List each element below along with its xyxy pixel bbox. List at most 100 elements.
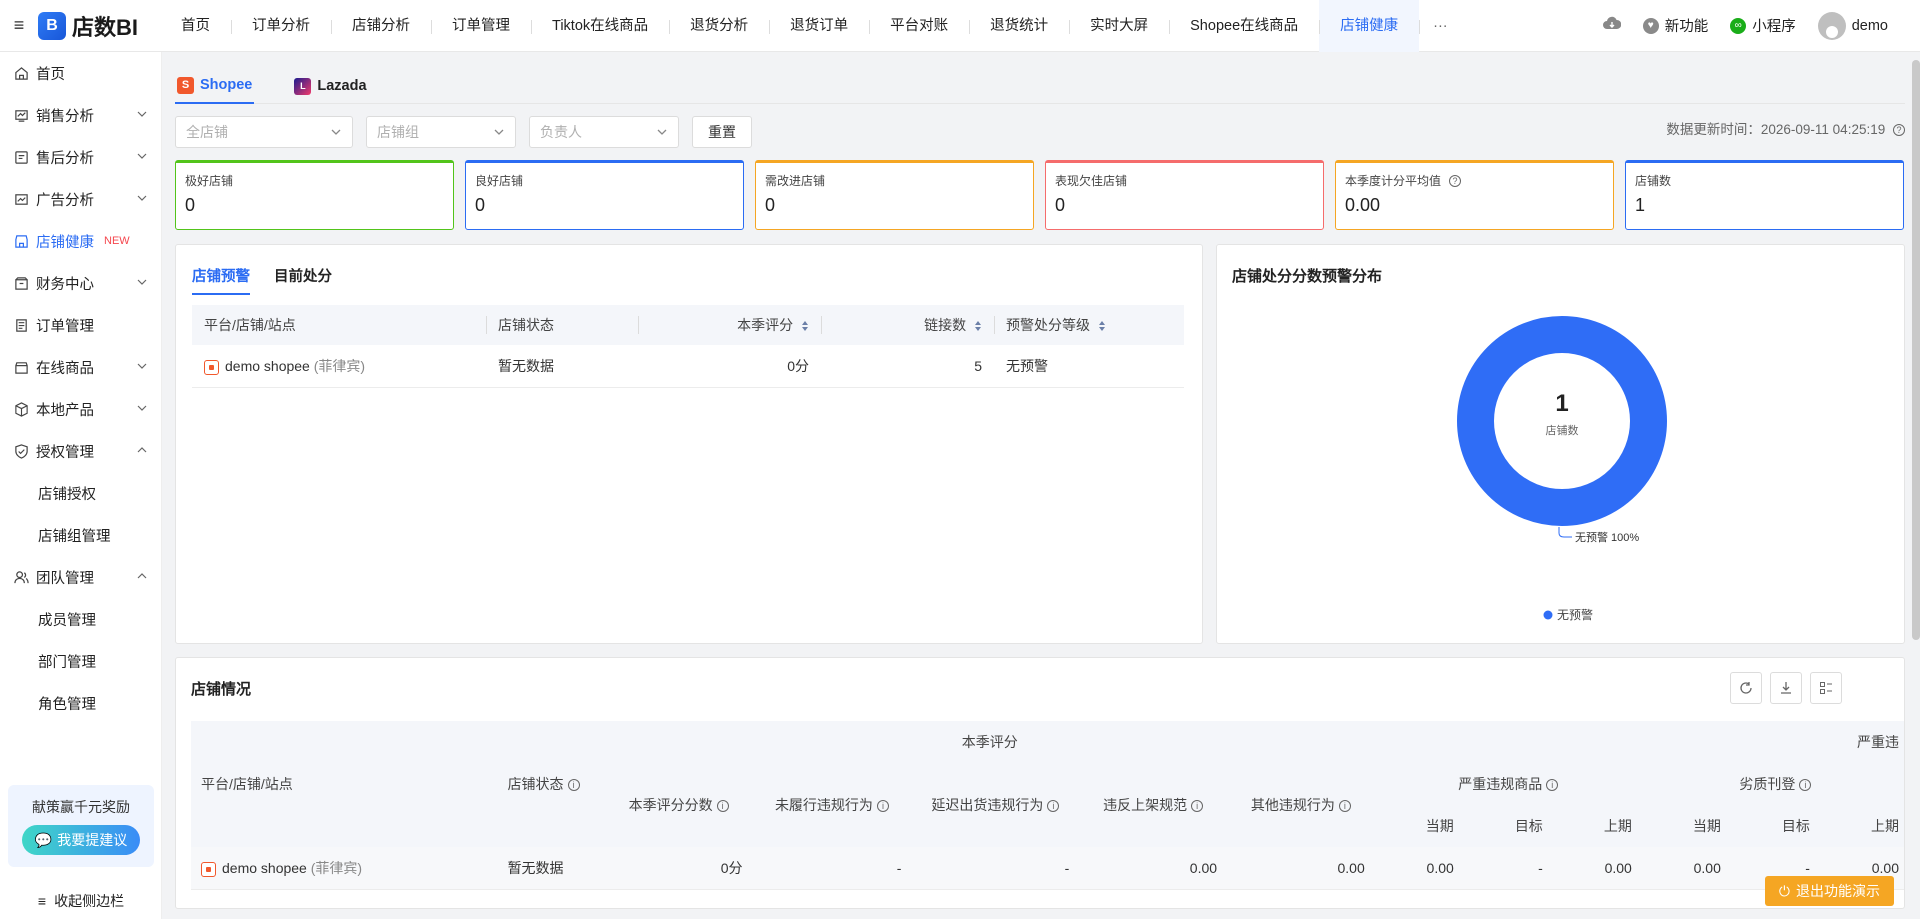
new-feature-link[interactable]: ♥ 新功能 xyxy=(1642,15,1708,36)
shop-select[interactable]: 全店铺 xyxy=(175,116,353,148)
info-icon[interactable]: i xyxy=(1338,800,1351,813)
chevron-down-icon xyxy=(137,363,147,369)
info-icon[interactable]: i xyxy=(1047,800,1060,813)
sidebar: 首页 销售分析 售后分析 广告分析 店铺健康 NEW 财务中心 订单管理 在线商… xyxy=(0,52,162,919)
columns-icon xyxy=(1820,682,1832,694)
top-right: ♥ 新功能 ∞ 小程序 demo xyxy=(1602,0,1920,52)
column-header: 未履行违规行为 i xyxy=(752,763,912,847)
reset-button[interactable]: 重置 xyxy=(692,116,752,148)
nav-more-icon[interactable]: ··· xyxy=(1419,0,1462,52)
chevron-down-icon xyxy=(137,279,147,285)
nav-tab[interactable]: Tiktok在线商品 xyxy=(531,0,669,52)
sidebar-item-roles[interactable]: 角色管理 xyxy=(0,682,161,724)
column-header: 延迟出货违规行为 i xyxy=(911,763,1080,847)
finance-icon xyxy=(13,275,29,291)
column-header: 上期 xyxy=(1552,805,1642,847)
column-header-sortable[interactable]: 本季评分 xyxy=(638,305,821,345)
sidebar-item-orders[interactable]: 订单管理 xyxy=(0,304,161,346)
sidebar-item-team[interactable]: 团队管理 xyxy=(0,556,161,598)
chevron-down-icon xyxy=(494,129,504,135)
sidebar-item-ad[interactable]: 广告分析 xyxy=(0,178,161,220)
tab-shop-warning[interactable]: 店铺预警 xyxy=(192,265,250,295)
platform-tabs: S Shopee L Lazada xyxy=(175,68,1905,104)
suggest-button[interactable]: 💬 我要提建议 xyxy=(22,825,140,855)
nav-tab[interactable]: 实时大屏 xyxy=(1069,0,1169,52)
group-select[interactable]: 店铺组 xyxy=(366,116,516,148)
shopee-shop-icon xyxy=(204,359,219,375)
chat-icon: 💬 xyxy=(34,831,53,848)
aftersale-icon xyxy=(13,149,29,165)
sidebar-item-aftersale[interactable]: 售后分析 xyxy=(0,136,161,178)
chart-card: 店铺处分分数预警分布 1 店铺数 无预警 100% 无预警 xyxy=(1216,244,1905,644)
sidebar-item-shop-group[interactable]: 店铺组管理 xyxy=(0,514,161,556)
heart-icon: ♥ xyxy=(1642,17,1659,34)
sidebar-item-auth[interactable]: 授权管理 xyxy=(0,430,161,472)
nav-tab[interactable]: 首页 xyxy=(160,0,231,52)
sub-group-header: 严重违规商品 i xyxy=(1374,763,1642,805)
sidebar-item-shop-health[interactable]: 店铺健康 NEW xyxy=(0,220,161,262)
help-icon[interactable]: ? xyxy=(1449,174,1462,187)
sidebar-item-finance[interactable]: 财务中心 xyxy=(0,262,161,304)
situation-card: 店铺情况 平台/店铺/站点 店铺状态 i 本季评分 严重违 本季评分分数 i 未履行… xyxy=(175,657,1905,909)
nav-tab[interactable]: Shopee在线商品 xyxy=(1169,0,1319,52)
column-header: 目标 xyxy=(1463,805,1553,847)
auth-icon xyxy=(13,443,29,459)
column-header: 平台/店铺/站点 xyxy=(191,721,498,847)
nav-tab[interactable]: 订单管理 xyxy=(431,0,531,52)
nav-tab[interactable]: 店铺分析 xyxy=(331,0,431,52)
sidebar-item-sales[interactable]: 销售分析 xyxy=(0,94,161,136)
nav-tab[interactable]: 退货统计 xyxy=(969,0,1069,52)
info-icon[interactable]: i xyxy=(567,779,580,792)
kpi-good: 良好店铺 0 xyxy=(465,160,744,230)
info-icon[interactable]: i xyxy=(876,800,889,813)
nav-tab-active[interactable]: 店铺健康 xyxy=(1319,0,1420,52)
legend-item: 无预警 xyxy=(1557,607,1593,622)
shopee-shop-icon xyxy=(201,861,216,877)
columns-setting-button[interactable] xyxy=(1810,672,1842,704)
owner-select[interactable]: 负责人 xyxy=(529,116,679,148)
sidebar-item-shop-auth[interactable]: 店铺授权 xyxy=(0,472,161,514)
cloud-download-icon[interactable] xyxy=(1602,16,1622,35)
info-icon[interactable]: i xyxy=(1191,800,1204,813)
nav-tab[interactable]: 退货订单 xyxy=(769,0,869,52)
nav-tab[interactable]: 平台对账 xyxy=(869,0,969,52)
info-icon[interactable]: i xyxy=(716,800,729,813)
main-content: S Shopee L Lazada 全店铺 店铺组 负责人 重置 数据更新时间：… xyxy=(175,52,1905,919)
chevron-down-icon xyxy=(137,195,147,201)
nav-tab[interactable]: 订单分析 xyxy=(231,0,331,52)
sidebar-item-departments[interactable]: 部门管理 xyxy=(0,640,161,682)
collapse-sidebar-button[interactable]: ≡ 收起侧边栏 xyxy=(0,884,162,918)
download-button[interactable] xyxy=(1770,672,1802,704)
refresh-button[interactable] xyxy=(1730,672,1762,704)
info-icon[interactable]: i xyxy=(1546,779,1559,792)
sales-icon xyxy=(13,107,29,123)
sidebar-item-products[interactable]: 本地产品 xyxy=(0,388,161,430)
sidebar-item-home[interactable]: 首页 xyxy=(0,52,161,94)
sidebar-item-members[interactable]: 成员管理 xyxy=(0,598,161,640)
warning-tabs: 店铺预警 目前处分 xyxy=(192,265,332,295)
product-icon xyxy=(13,401,29,417)
column-header: 当期 xyxy=(1641,805,1731,847)
menu-icon[interactable]: ≡ xyxy=(0,0,38,52)
tab-lazada[interactable]: L Lazada xyxy=(292,68,368,104)
sort-icon xyxy=(802,321,808,332)
info-icon[interactable]: i xyxy=(1799,779,1812,792)
exit-demo-button[interactable]: ⏻ 退出功能演示 xyxy=(1764,876,1894,906)
column-header-sortable[interactable]: 链接数 xyxy=(821,305,994,345)
user-menu[interactable]: demo xyxy=(1817,11,1888,40)
sidebar-item-goods[interactable]: 在线商品 xyxy=(0,346,161,388)
chevron-down-icon xyxy=(331,129,341,135)
scrollbar[interactable] xyxy=(1912,60,1920,640)
column-header: 目标 xyxy=(1730,805,1820,847)
help-icon[interactable]: ? xyxy=(1893,124,1905,137)
logo[interactable]: B 店数BI xyxy=(38,10,160,42)
column-header: 本季评分分数 i xyxy=(604,763,753,847)
promo-title: 献策赢千元奖励 xyxy=(32,799,130,815)
tab-shopee[interactable]: S Shopee xyxy=(175,68,255,104)
tab-current-penalty[interactable]: 目前处分 xyxy=(274,265,332,295)
table-row: demo shopee (菲律宾) 暂无数据 0分 - - 0.00 0.00 … xyxy=(191,847,1904,890)
mini-program-link[interactable]: ∞ 小程序 xyxy=(1730,15,1796,36)
nav-tabs: 首页 订单分析 店铺分析 订单管理 Tiktok在线商品 退货分析 退货订单 平… xyxy=(160,0,1603,52)
nav-tab[interactable]: 退货分析 xyxy=(669,0,769,52)
column-header-sortable[interactable]: 预警处分等级 xyxy=(994,305,1184,345)
